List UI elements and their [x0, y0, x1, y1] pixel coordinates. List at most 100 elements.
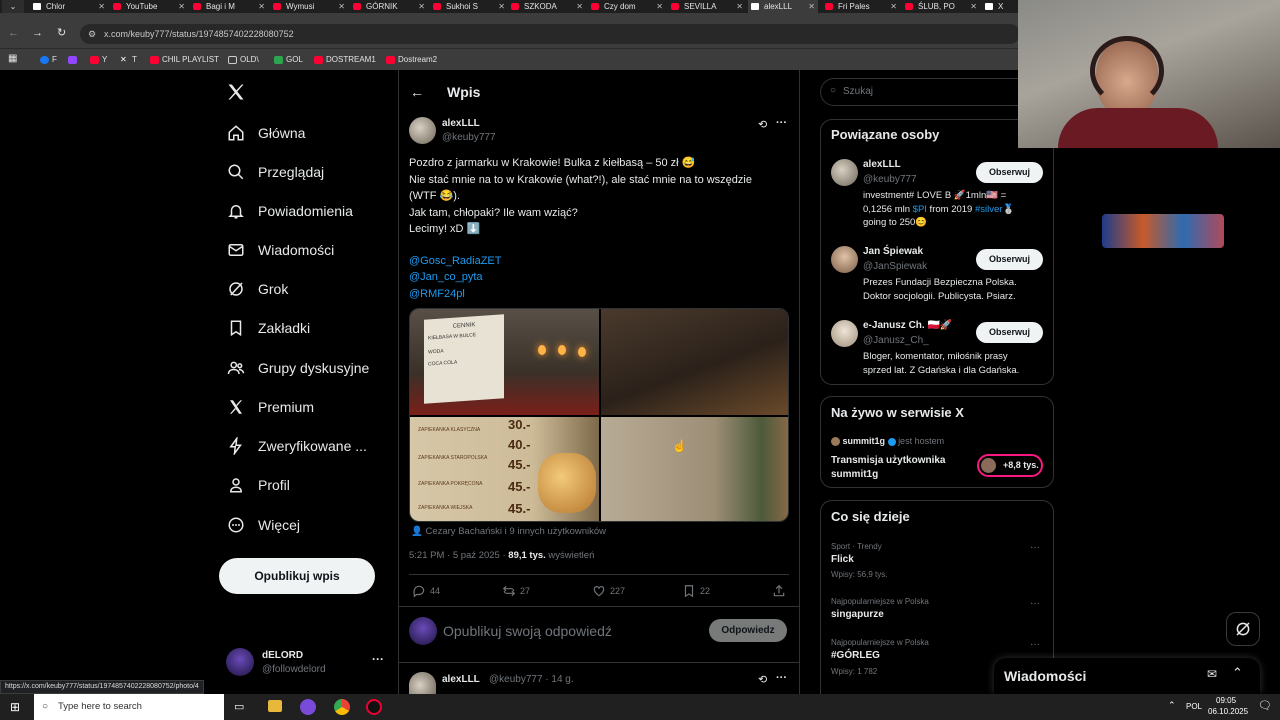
trend-name[interactable]: singapurze — [831, 609, 884, 620]
browser-tab[interactable]: ŚLUB, PO ✕ — [902, 0, 980, 13]
author-handle[interactable]: @keuby777 — [442, 132, 496, 143]
reply-author-name[interactable]: alexLLL — [442, 674, 480, 685]
browser-tab[interactable]: Bagi i M ✕ — [190, 0, 268, 13]
tab-close-icon[interactable]: ✕ — [576, 0, 583, 13]
tab-close-icon[interactable]: ✕ — [656, 0, 663, 13]
tab-close-icon[interactable]: ✕ — [178, 0, 185, 13]
nav-item-premium[interactable]: Premium — [226, 390, 314, 424]
avatar[interactable] — [831, 246, 858, 273]
tagged-users[interactable]: 👤 Cezary Bachański i 9 innych użytkownik… — [411, 526, 606, 537]
mention-link[interactable]: @RMF24pl — [409, 286, 794, 303]
browser-tab[interactable]: Czy dom ✕ — [588, 0, 666, 13]
nav-item-grok[interactable]: Grok — [226, 272, 288, 306]
bookmark-item[interactable]: DOSTREAM1 — [314, 53, 376, 67]
like-action[interactable]: 227 — [592, 584, 625, 598]
follow-button[interactable]: Obserwuj — [976, 249, 1043, 270]
nav-item-notifications[interactable]: Powiadomienia — [226, 194, 353, 228]
account-switcher[interactable]: dELORD @followdelord ··· — [226, 646, 386, 680]
notifications-icon[interactable]: 🗨 — [1258, 699, 1272, 712]
reply-input[interactable]: Opublikuj swoją odpowiedź — [443, 623, 612, 639]
avatar[interactable] — [831, 320, 858, 347]
browser-tab[interactable]: X — [982, 0, 1018, 13]
tab-close-icon[interactable]: ✕ — [890, 0, 897, 13]
live-listeners-badge[interactable]: +8,8 tys. — [977, 454, 1043, 477]
cashtag-link[interactable]: $PI — [913, 204, 927, 215]
browser-tab[interactable]: Fri Pales ✕ — [822, 0, 900, 13]
tray-chevron-icon[interactable]: ⌃ — [1168, 700, 1176, 711]
clock-time[interactable]: 09:05 — [1216, 696, 1236, 705]
nav-item-profile[interactable]: Profil — [226, 468, 290, 502]
bookmark-item[interactable]: Y — [90, 53, 107, 67]
more-options-icon[interactable]: ··· — [776, 117, 787, 129]
photo-2[interactable] — [601, 309, 788, 415]
browser-tab[interactable]: Wymusi ✕ — [270, 0, 348, 13]
mention-link[interactable]: @Jan_co_pyta — [409, 269, 794, 286]
trend-more-icon[interactable]: ··· — [1030, 639, 1040, 650]
person-name[interactable]: alexLLL — [863, 159, 901, 170]
bookmark-item[interactable]: F — [40, 53, 57, 67]
back-arrow-icon[interactable]: ← — [410, 84, 424, 100]
forward-icon[interactable]: → — [32, 27, 43, 39]
browser-tab[interactable]: SZKODA ✕ — [508, 0, 586, 13]
reply-action[interactable]: 44 — [412, 584, 440, 598]
new-message-icon[interactable]: ✉ — [1207, 667, 1217, 681]
post-button[interactable]: Opublikuj wpis — [219, 558, 375, 594]
follow-button[interactable]: Obserwuj — [976, 162, 1043, 183]
chrome-icon[interactable] — [334, 699, 350, 715]
browser-tab[interactable]: Chlor ✕ — [30, 0, 108, 13]
person-handle[interactable]: @keuby777 — [863, 174, 917, 185]
repost-action[interactable]: 27 — [502, 584, 530, 598]
photo-4[interactable] — [601, 417, 788, 521]
avatar[interactable] — [831, 159, 858, 186]
nav-item-messages[interactable]: Wiadomości — [226, 233, 334, 267]
windows-start-icon[interactable]: ⊞ — [10, 700, 20, 714]
nav-item-home[interactable]: Główna — [226, 116, 305, 150]
trend-more-icon[interactable]: ··· — [1030, 542, 1040, 553]
nav-item-more[interactable]: Więcej — [226, 508, 300, 542]
live-title[interactable]: Transmisja użytkownika summit1g — [831, 454, 946, 482]
trend-more-icon[interactable]: ··· — [1030, 598, 1040, 609]
bookmark-action[interactable]: 22 — [682, 584, 710, 598]
tab-close-icon[interactable]: ✕ — [418, 0, 425, 13]
tab-close-icon[interactable]: ✕ — [808, 0, 815, 13]
trend-name[interactable]: #GÓRLEG — [831, 650, 880, 661]
more-options-icon[interactable]: ··· — [776, 672, 787, 684]
app-icon[interactable] — [366, 699, 382, 715]
nav-item-verified-orgs[interactable]: Zweryfikowane ... — [226, 429, 367, 463]
nav-item-explore[interactable]: Przeglądaj — [226, 155, 324, 189]
person-name[interactable]: e-Janusz Ch. 🇵🇱🚀 — [863, 320, 952, 331]
bookmark-item[interactable]: CHIL PLAYLIST — [150, 53, 219, 67]
grok-icon[interactable]: ⟲ — [758, 673, 767, 686]
grok-icon[interactable]: ⟲ — [758, 118, 767, 131]
follow-button[interactable]: Obserwuj — [976, 322, 1043, 343]
browser-tab[interactable]: GÓRNIK ✕ — [350, 0, 428, 13]
back-icon[interactable]: ← — [8, 27, 19, 39]
bookmark-item[interactable]: ✕ T — [120, 53, 137, 67]
nav-item-communities[interactable]: Grupy dyskusyjne — [226, 351, 369, 385]
tab-search-button[interactable]: ⌄ — [2, 0, 24, 13]
photo-1[interactable]: CENNIK KIEŁBASA W BUŁCE WODA COCA COLA — [410, 309, 599, 415]
browser-tab-active[interactable]: alexLLL ✕ — [748, 0, 818, 13]
reload-icon[interactable]: ↻ — [57, 26, 66, 39]
account-more-icon[interactable]: ··· — [372, 652, 384, 666]
url-input[interactable]: ⚙ x.com/keuby777/status/1974857402228080… — [80, 24, 1020, 44]
chevron-up-icon[interactable]: ⌃ — [1232, 665, 1243, 681]
trend-name[interactable]: Flick — [831, 554, 854, 565]
author-avatar[interactable] — [409, 117, 436, 144]
bookmark-item[interactable]: GOL — [274, 53, 303, 67]
search-input[interactable]: ○ Szukaj — [820, 78, 1020, 106]
author-name[interactable]: alexLLL — [442, 118, 480, 129]
reply-author-avatar[interactable] — [409, 672, 436, 694]
tab-close-icon[interactable]: ✕ — [98, 0, 105, 13]
apps-grid-icon[interactable]: ▦ — [8, 53, 17, 64]
bookmark-folder[interactable]: OLD\ — [228, 53, 259, 67]
clock-date[interactable]: 06.10.2025 — [1208, 707, 1248, 716]
bookmark-item[interactable]: Dostream2 — [386, 53, 437, 67]
hashtag-link[interactable]: #silver — [975, 204, 1002, 215]
person-handle[interactable]: @Janusz_Ch_ — [863, 335, 929, 346]
nav-item-bookmarks[interactable]: Zakładki — [226, 311, 310, 345]
taskbar-search-input[interactable]: ○ Type here to search — [34, 694, 224, 720]
tab-close-icon[interactable]: ✕ — [258, 0, 265, 13]
task-view-icon[interactable]: ▭ — [234, 700, 244, 713]
tab-close-icon[interactable]: ✕ — [970, 0, 977, 13]
